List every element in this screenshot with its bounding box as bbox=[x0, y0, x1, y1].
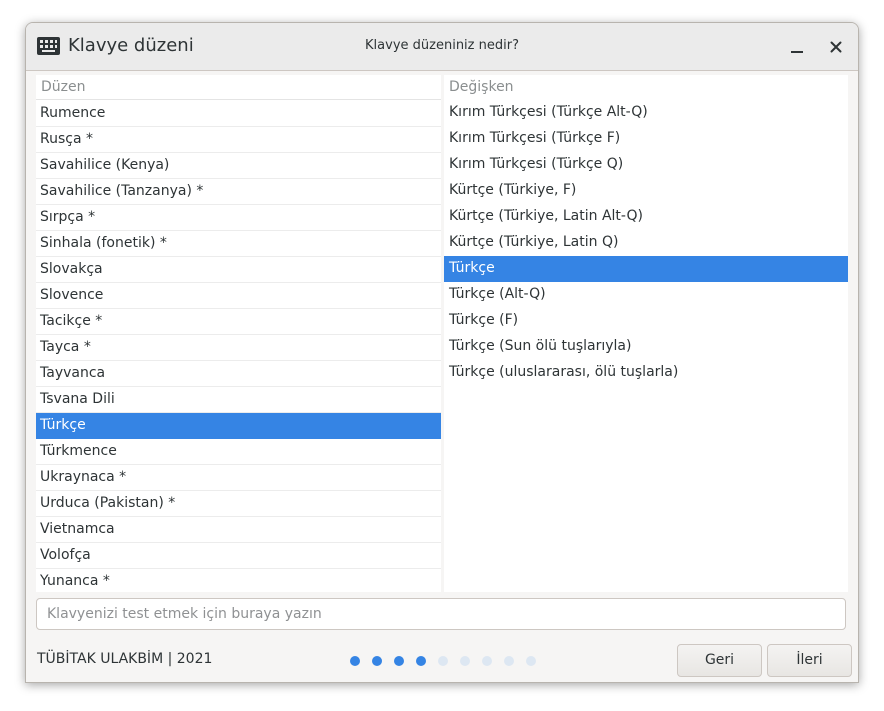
layout-list-item[interactable]: Türkçe bbox=[36, 413, 441, 439]
variant-list-item[interactable]: Kırım Türkçesi (Türkçe Q) bbox=[444, 152, 848, 178]
layout-list-item[interactable]: Vietnamca bbox=[36, 517, 441, 543]
layout-list-item[interactable]: Türkmence bbox=[36, 439, 441, 465]
variant-list-item[interactable]: Kırım Türkçesi (Türkçe Alt-Q) bbox=[444, 100, 848, 126]
layout-list-item[interactable]: Tayca * bbox=[36, 335, 441, 361]
layout-list[interactable]: Düzen Rumence Rusça * Savahilice (Kenya) Sa… bbox=[36, 75, 441, 592]
progress-dot bbox=[416, 656, 426, 666]
progress-dots bbox=[350, 656, 536, 666]
progress-dot bbox=[350, 656, 360, 666]
layout-list-item[interactable]: Ukraynaca * bbox=[36, 465, 441, 491]
progress-dot bbox=[482, 656, 492, 666]
layout-list-item[interactable]: Tsvana Dili bbox=[36, 387, 441, 413]
layout-list-item[interactable]: Savahilice (Kenya) bbox=[36, 153, 441, 179]
layout-list-item[interactable]: Slovakça bbox=[36, 257, 441, 283]
next-button[interactable]: İleri bbox=[767, 644, 852, 677]
titlebar[interactable]: Klavye düzeni Klavye düzeniniz nedir? bbox=[26, 23, 858, 71]
layout-list-item[interactable]: Slovence bbox=[36, 283, 441, 309]
back-button[interactable]: Geri bbox=[677, 644, 762, 677]
progress-dot bbox=[394, 656, 404, 666]
layout-list-item[interactable]: Volofça bbox=[36, 543, 441, 569]
variant-list-item[interactable]: Türkçe (F) bbox=[444, 308, 848, 334]
minimize-button[interactable] bbox=[784, 34, 810, 60]
layout-column-header: Düzen bbox=[36, 75, 441, 100]
progress-dot bbox=[372, 656, 382, 666]
layout-list-item[interactable]: Urduca (Pakistan) * bbox=[36, 491, 441, 517]
keyboard-test-input[interactable] bbox=[36, 598, 846, 630]
layout-list-item[interactable]: Tacikçe * bbox=[36, 309, 441, 335]
layout-list-item[interactable]: Rumence bbox=[36, 101, 441, 127]
minimize-icon bbox=[791, 51, 803, 53]
progress-dot bbox=[438, 656, 448, 666]
close-button[interactable] bbox=[823, 34, 849, 60]
progress-dot bbox=[504, 656, 514, 666]
footer-credit: TÜBİTAK ULAKBİM | 2021 bbox=[37, 651, 213, 667]
layout-list-item[interactable]: Sinhala (fonetik) * bbox=[36, 231, 441, 257]
progress-dot bbox=[526, 656, 536, 666]
layout-list-item[interactable]: Tayvanca bbox=[36, 361, 441, 387]
variant-column-header: Değişken bbox=[449, 79, 514, 95]
layout-list-item[interactable]: Savahilice (Tanzanya) * bbox=[36, 179, 441, 205]
variant-list-item[interactable]: Türkçe (Sun ölü tuşlarıyla) bbox=[444, 334, 848, 360]
close-icon bbox=[830, 41, 842, 53]
variant-list-item[interactable]: Kürtçe (Türkiye, Latin Q) bbox=[444, 230, 848, 256]
layout-list-item[interactable]: Sırpça * bbox=[36, 205, 441, 231]
variant-list-item[interactable]: Türkçe (uluslararası, ölü tuşlarla) bbox=[444, 360, 848, 386]
layout-list-item[interactable]: Yunanca * bbox=[36, 569, 441, 592]
page-title: Klavye düzeniniz nedir? bbox=[365, 38, 519, 53]
installer-window: Klavye düzeni Klavye düzeniniz nedir? Dü… bbox=[25, 22, 859, 683]
variant-list-item[interactable]: Kırım Türkçesi (Türkçe F) bbox=[444, 126, 848, 152]
variant-list-item[interactable]: Türkçe bbox=[444, 256, 848, 282]
layout-list-item[interactable]: Rusça * bbox=[36, 127, 441, 153]
variant-list[interactable]: Değişken Kırım Türkçesi (Türkçe Alt-Q) Kı… bbox=[444, 75, 848, 592]
variant-list-item[interactable]: Kürtçe (Türkiye, F) bbox=[444, 178, 848, 204]
progress-dot bbox=[460, 656, 470, 666]
variant-list-item[interactable]: Kürtçe (Türkiye, Latin Alt-Q) bbox=[444, 204, 848, 230]
variant-list-item[interactable]: Türkçe (Alt-Q) bbox=[444, 282, 848, 308]
